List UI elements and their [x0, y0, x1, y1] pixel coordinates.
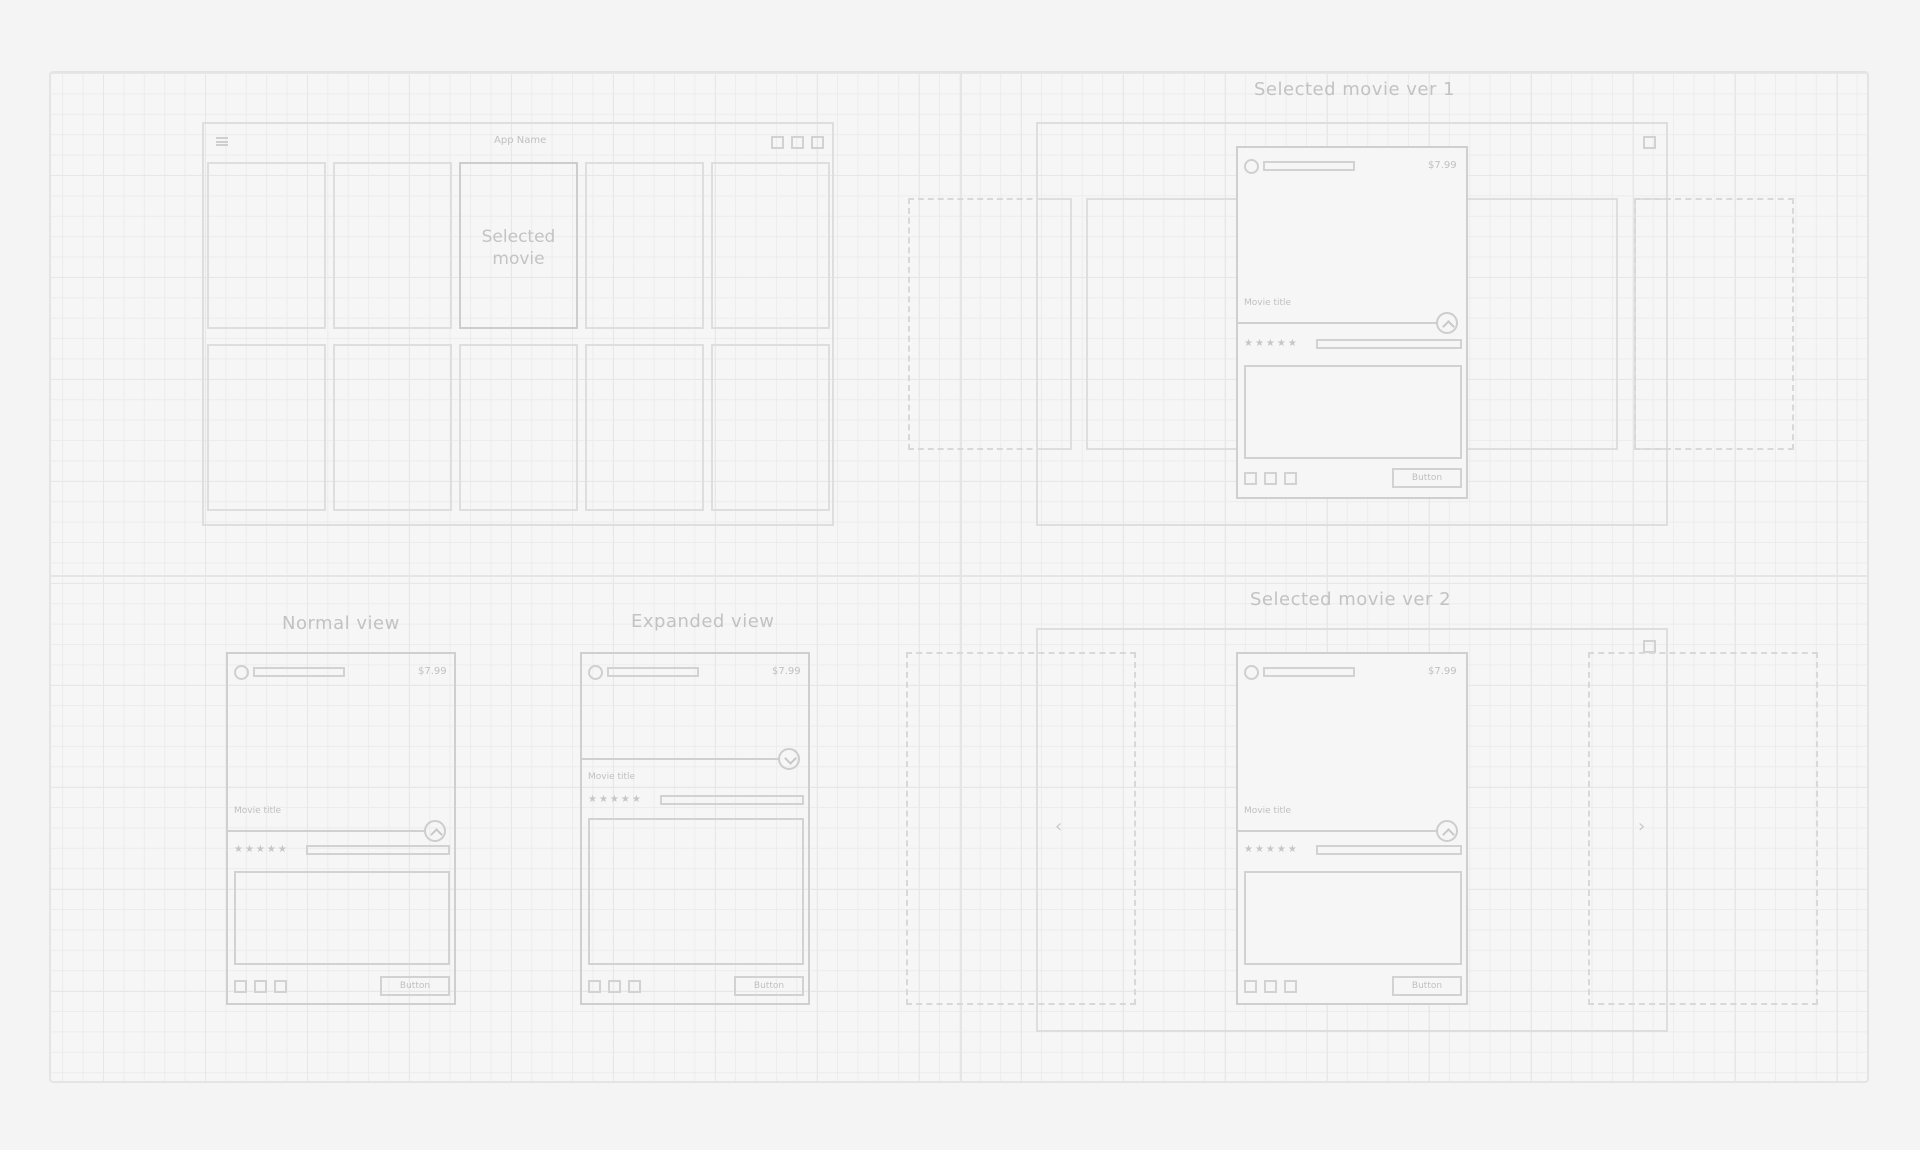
price: $7.99 [1428, 160, 1457, 171]
rating-stars: ★★★★★ [588, 794, 643, 805]
movie-tile[interactable] [711, 162, 830, 329]
description-box [588, 818, 804, 965]
movie-card-normal[interactable]: $7.99 Movie title ★★★★★ Button [226, 652, 456, 1005]
rating-bar [660, 795, 804, 805]
window-square-icon[interactable] [811, 136, 824, 149]
action-square-icon[interactable] [1244, 980, 1257, 993]
card-button[interactable]: Button [380, 976, 450, 996]
prev-arrow-icon[interactable]: ‹ [1055, 816, 1062, 837]
side-card-left-outer [1036, 198, 1072, 450]
rating-bar [1316, 845, 1462, 855]
avatar [1244, 159, 1259, 174]
action-square-icon[interactable] [254, 980, 267, 993]
app-name: App Name [494, 135, 547, 146]
hamburger-menu-icon[interactable] [216, 137, 228, 146]
side-card-left[interactable] [1086, 198, 1238, 450]
selected-movie-label: Selected movie [481, 227, 556, 269]
action-square-icon[interactable] [628, 980, 641, 993]
rating-bar [306, 845, 450, 855]
movie-title: Movie title [1244, 298, 1292, 308]
movie-tile[interactable] [207, 162, 326, 329]
movie-tile[interactable] [207, 344, 326, 511]
chevron-up-icon[interactable] [424, 820, 446, 842]
action-square-icon[interactable] [608, 980, 621, 993]
movie-tile[interactable] [333, 344, 452, 511]
action-square-icon[interactable] [1284, 980, 1297, 993]
avatar [234, 665, 249, 680]
title-placeholder-bar [1263, 161, 1355, 171]
movie-card-expanded[interactable]: $7.99 Movie title ★★★★★ Button [580, 652, 810, 1005]
offscreen-card-right [1634, 198, 1794, 450]
description-box [1244, 871, 1462, 965]
movie-tile[interactable] [459, 344, 578, 511]
movie-tile[interactable] [711, 344, 830, 511]
price: $7.99 [772, 666, 801, 677]
action-square-icon[interactable] [234, 980, 247, 993]
offscreen-card-right [1588, 652, 1818, 1005]
rating-stars: ★★★★★ [1244, 338, 1299, 349]
chevron-down-icon[interactable] [778, 748, 800, 770]
description-box [234, 871, 450, 965]
panel-title-ver2: Selected movie ver 2 [1250, 589, 1452, 610]
action-square-icon[interactable] [274, 980, 287, 993]
movie-title: Movie title [234, 806, 282, 816]
window-square-icon[interactable] [791, 136, 804, 149]
movie-tile[interactable] [585, 344, 704, 511]
action-square-icon[interactable] [588, 980, 601, 993]
panel-title-ver1: Selected movie ver 1 [1254, 79, 1456, 100]
selected-movie-tile[interactable]: Selected movie [459, 162, 578, 329]
rating-stars: ★★★★★ [1244, 844, 1299, 855]
price: $7.99 [418, 666, 447, 677]
movie-tile[interactable] [333, 162, 452, 329]
description-box [1244, 365, 1462, 459]
movie-title: Movie title [1244, 806, 1292, 816]
rating-bar [1316, 339, 1462, 349]
separator [1238, 322, 1438, 324]
action-square-icon[interactable] [1264, 980, 1277, 993]
price: $7.99 [1428, 666, 1457, 677]
chevron-up-icon[interactable] [1436, 312, 1458, 334]
window-square-icon[interactable] [771, 136, 784, 149]
horizontal-divider [50, 575, 1868, 577]
movie-title: Movie title [588, 772, 636, 782]
movie-tile[interactable] [585, 162, 704, 329]
grid-screen: App Name Selected movie [202, 122, 834, 526]
separator [1238, 830, 1438, 832]
movie-card-ver1[interactable]: $7.99 Movie title ★★★★★ Button [1236, 146, 1468, 499]
title-placeholder-bar [1263, 667, 1355, 677]
card-button[interactable]: Button [1392, 468, 1462, 488]
panel-title-normal: Normal view [282, 613, 400, 634]
action-square-icon[interactable] [1264, 472, 1277, 485]
avatar [588, 665, 603, 680]
rating-stars: ★★★★★ [234, 844, 289, 855]
movie-card-ver2[interactable]: $7.99 Movie title ★★★★★ Button [1236, 652, 1468, 1005]
window-square-icon[interactable] [1643, 136, 1656, 149]
side-card-right[interactable] [1466, 198, 1618, 450]
title-placeholder-bar [607, 667, 699, 677]
action-square-icon[interactable] [1284, 472, 1297, 485]
separator [228, 830, 426, 832]
title-placeholder-bar [253, 667, 345, 677]
chevron-up-icon[interactable] [1436, 820, 1458, 842]
panel-title-expanded: Expanded view [631, 611, 775, 632]
card-button[interactable]: Button [1392, 976, 1462, 996]
action-square-icon[interactable] [1244, 472, 1257, 485]
next-arrow-icon[interactable]: › [1638, 816, 1645, 837]
separator [582, 758, 780, 760]
offscreen-card-left [906, 652, 1136, 1005]
card-button[interactable]: Button [734, 976, 804, 996]
avatar [1244, 665, 1259, 680]
